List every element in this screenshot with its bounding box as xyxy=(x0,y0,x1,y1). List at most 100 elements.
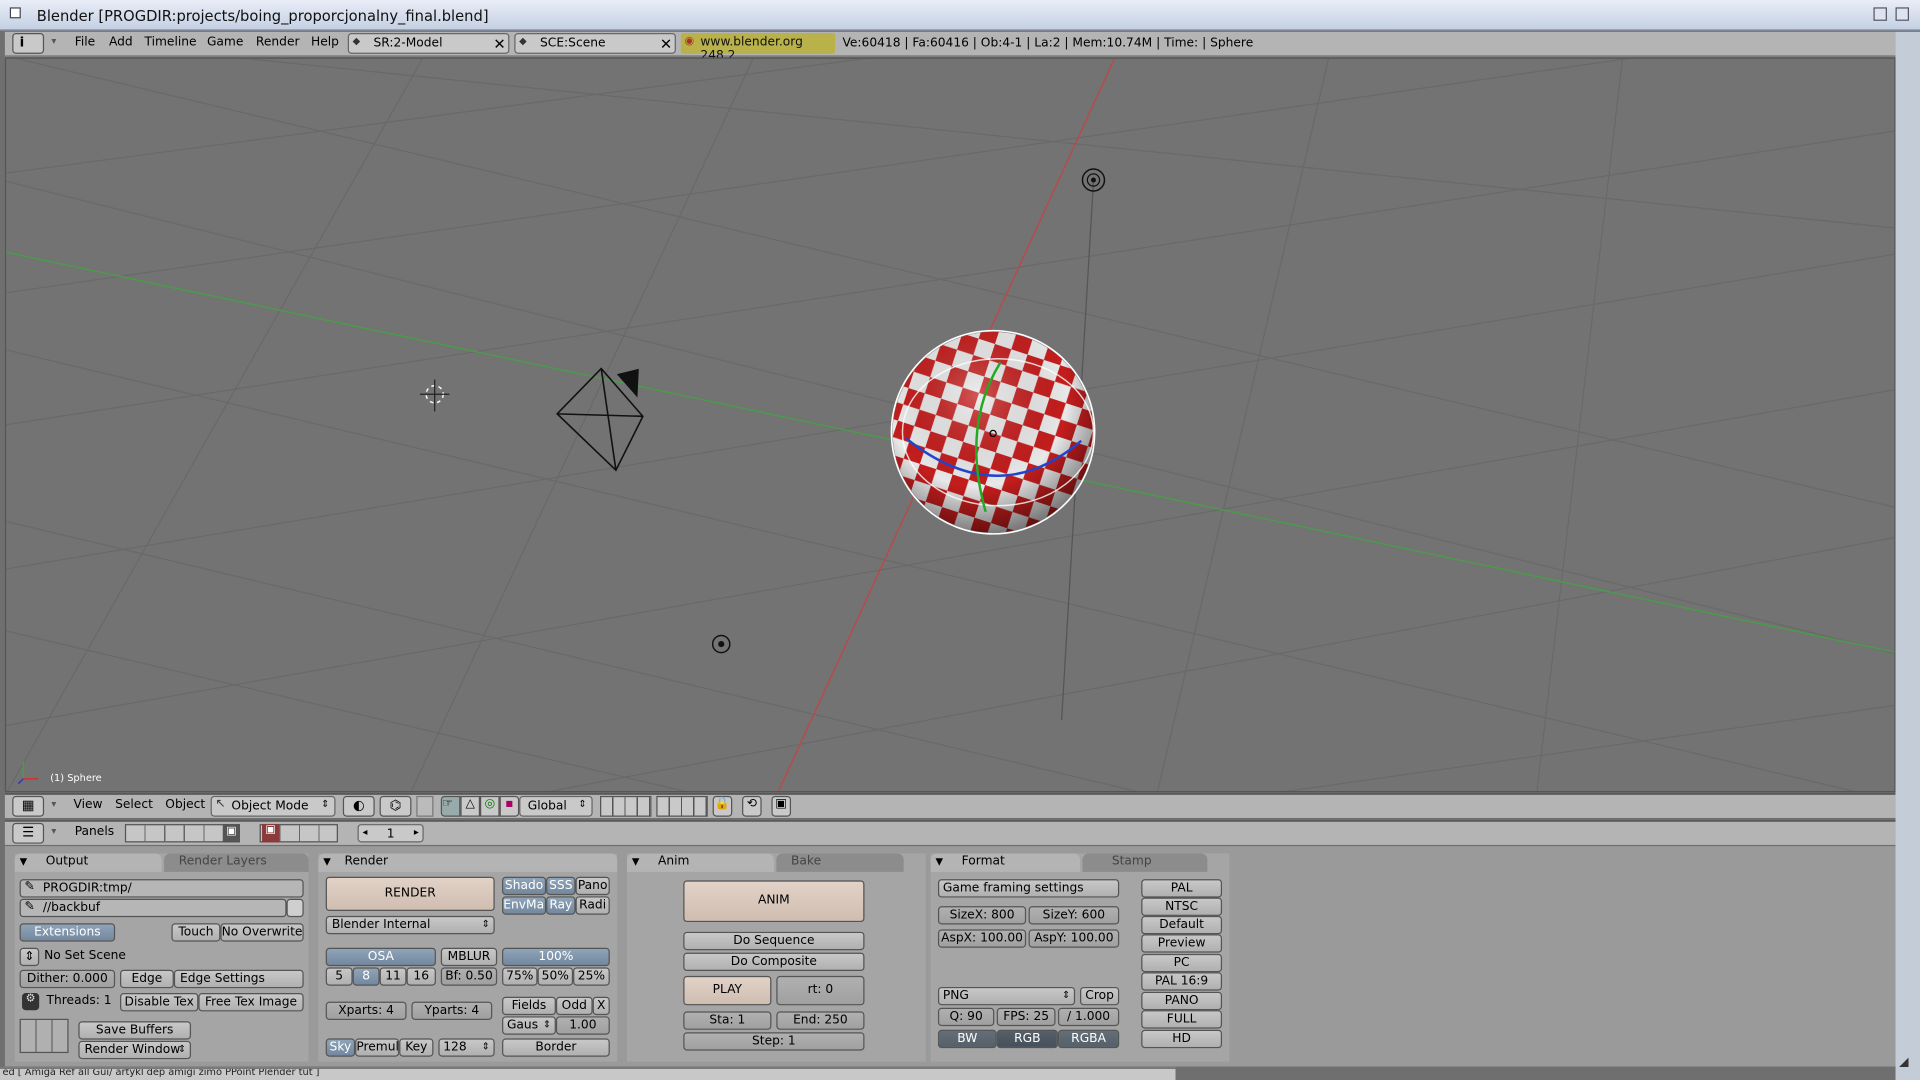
scene-browse-icon[interactable]: ◆ xyxy=(519,36,527,47)
bw-toggle[interactable]: BW xyxy=(937,1029,997,1049)
envmap-toggle[interactable]: EnvMap xyxy=(502,896,547,915)
resize-handle-icon[interactable]: ◢ xyxy=(1899,1056,1908,1069)
pivot-icon[interactable]: ⌬ xyxy=(379,795,412,817)
opengl-render-icon[interactable]: ⟲ xyxy=(742,795,762,817)
aspx-field[interactable]: AspX: 100.00 xyxy=(937,929,1027,948)
quality-field[interactable]: Q: 90 xyxy=(937,1007,995,1027)
tab-format[interactable]: ▼ Format xyxy=(930,853,1081,872)
crop-toggle[interactable]: Crop xyxy=(1080,986,1120,1006)
screen-selector[interactable]: ◆ SR:2-Model ✕ xyxy=(347,33,510,54)
lock-icon[interactable]: 🔒 xyxy=(712,795,733,817)
menu-help[interactable]: Help xyxy=(311,36,339,49)
key-toggle[interactable]: Key xyxy=(399,1038,434,1057)
fps-base-field[interactable]: / 1.000 xyxy=(1057,1007,1120,1027)
preset-default[interactable]: Default xyxy=(1141,915,1223,935)
translate-icon[interactable]: △ xyxy=(460,795,481,817)
render-preview-icon[interactable]: ▣ xyxy=(771,795,792,817)
tab-output[interactable]: ▼ Output xyxy=(14,853,162,872)
backbuf-toggle[interactable] xyxy=(286,898,304,918)
tab-render[interactable]: ▼ Render xyxy=(318,853,618,872)
menu-game[interactable]: Game xyxy=(207,36,243,49)
collapse-triangle-icon[interactable]: ▼ xyxy=(20,856,28,867)
context-buttons[interactable] xyxy=(124,824,228,843)
preset-pano[interactable]: PANO xyxy=(1141,991,1223,1011)
menu-timeline[interactable]: Timeline xyxy=(144,36,196,49)
collapse-triangle-icon[interactable]: ▼ xyxy=(632,856,640,867)
header-collapse-icon[interactable]: ▾ xyxy=(51,825,56,836)
3d-cursor-icon[interactable] xyxy=(420,379,450,412)
border-toggle[interactable]: Border xyxy=(502,1038,610,1057)
odd-toggle[interactable]: Odd xyxy=(555,996,593,1016)
fps-field[interactable]: FPS: 25 xyxy=(996,1007,1056,1027)
yparts-field[interactable]: Yparts: 4 xyxy=(411,1001,493,1021)
increment-arrow-icon[interactable]: ▸ xyxy=(414,827,419,838)
menu-view[interactable]: View xyxy=(73,798,102,811)
folder-icon[interactable]: ✎ xyxy=(24,880,34,893)
preset-ntsc[interactable]: NTSC xyxy=(1141,897,1223,916)
disable-tex-toggle[interactable]: Disable Tex xyxy=(120,993,199,1012)
rgb-toggle[interactable]: RGB xyxy=(996,1029,1058,1049)
shadow-toggle[interactable]: Shado xyxy=(502,876,547,896)
sizex-field[interactable]: SizeX: 800 xyxy=(937,906,1027,925)
osa-16[interactable]: 16 xyxy=(406,967,436,986)
menu-select[interactable]: Select xyxy=(115,798,153,811)
render-engine-selector[interactable]: Blender Internal ⇕ xyxy=(325,915,495,935)
do-sequence-toggle[interactable]: Do Sequence xyxy=(683,931,865,951)
premul-toggle[interactable]: Premul xyxy=(355,1038,400,1057)
start-frame-field[interactable]: Sta: 1 xyxy=(683,1011,772,1030)
collapse-triangle-icon[interactable]: ▼ xyxy=(936,856,944,867)
scene-selector[interactable]: ◆ SCE:Scene ✕ xyxy=(514,33,676,54)
game-framing-button[interactable]: Game framing settings xyxy=(937,879,1120,898)
header-collapse-icon[interactable]: ▾ xyxy=(51,798,56,809)
scene-browse-icon[interactable]: ⇕ xyxy=(19,947,40,967)
size-25-toggle[interactable]: 25% xyxy=(573,967,610,986)
camera-object[interactable] xyxy=(556,367,644,472)
preset-pal-16-9[interactable]: PAL 16:9 xyxy=(1141,972,1223,991)
preset-full[interactable]: FULL xyxy=(1141,1010,1223,1029)
tab-stamp[interactable]: Stamp xyxy=(1082,853,1208,872)
menu-render[interactable]: Render xyxy=(256,36,300,49)
sphere-object[interactable] xyxy=(890,329,1096,535)
collapse-triangle-icon[interactable]: ▼ xyxy=(323,856,331,867)
rgba-toggle[interactable]: RGBA xyxy=(1057,1029,1120,1049)
size-100-toggle[interactable]: 100% xyxy=(502,947,610,967)
render-window-layout-icon[interactable] xyxy=(19,1018,69,1054)
osa-11[interactable]: 11 xyxy=(379,967,407,986)
lamp-object-bottom[interactable] xyxy=(711,634,731,654)
preset-preview[interactable]: Preview xyxy=(1141,934,1223,953)
aspy-field[interactable]: AspY: 100.00 xyxy=(1028,929,1120,948)
ray-toggle[interactable]: Ray xyxy=(546,896,576,915)
anim-button[interactable]: ANIM xyxy=(683,880,865,923)
blender-url-badge[interactable]: ◉ www.blender.org 248.2 xyxy=(680,33,836,62)
edge-settings-button[interactable]: Edge Settings xyxy=(173,969,304,989)
preset-pal[interactable]: PAL xyxy=(1141,879,1223,898)
step-field[interactable]: Step: 1 xyxy=(683,1032,865,1051)
sizey-field[interactable]: SizeY: 600 xyxy=(1028,906,1120,925)
menu-add[interactable]: Add xyxy=(109,36,133,49)
output-path-field[interactable]: PROGDIR:tmp/ xyxy=(19,879,304,898)
x-toggle[interactable]: X xyxy=(592,996,610,1016)
render-window-selector[interactable]: Render Window ⇕ xyxy=(78,1040,192,1060)
touch-toggle[interactable]: Touch xyxy=(171,923,221,942)
scene-context-icon[interactable]: ▣ xyxy=(222,824,241,843)
end-frame-field[interactable]: End: 250 xyxy=(776,1011,865,1030)
rotate-icon[interactable]: ◎ xyxy=(480,795,500,817)
menu-file[interactable]: File xyxy=(75,36,95,49)
orientation-selector[interactable]: Global ⇕ xyxy=(519,795,593,817)
3d-viewport[interactable]: (1) Sphere xyxy=(4,57,1896,793)
radi-toggle[interactable]: Radi xyxy=(575,896,610,915)
scale-icon[interactable]: ▪ xyxy=(499,795,520,817)
buttons-window-type-icon[interactable]: ☰ xyxy=(12,822,45,844)
filter-selector[interactable]: Gaus ⇕ xyxy=(502,1016,556,1035)
save-buffers-toggle[interactable]: Save Buffers xyxy=(78,1021,192,1040)
osa-8[interactable]: 8 xyxy=(352,967,380,986)
backbuf-path-field[interactable]: //backbuf xyxy=(19,898,287,918)
menu-panels[interactable]: Panels xyxy=(75,825,114,838)
manipulator-toggle-icon[interactable]: ☞ xyxy=(440,795,461,817)
header-collapse-icon[interactable]: ▾ xyxy=(51,36,56,47)
size-50-toggle[interactable]: 50% xyxy=(537,967,574,986)
folder-icon[interactable]: ✎ xyxy=(24,900,34,913)
bits-selector[interactable]: 128 ⇕ xyxy=(438,1038,495,1057)
zoom-icon[interactable] xyxy=(1895,7,1909,21)
draw-type-icon[interactable]: ◐ xyxy=(342,795,375,817)
